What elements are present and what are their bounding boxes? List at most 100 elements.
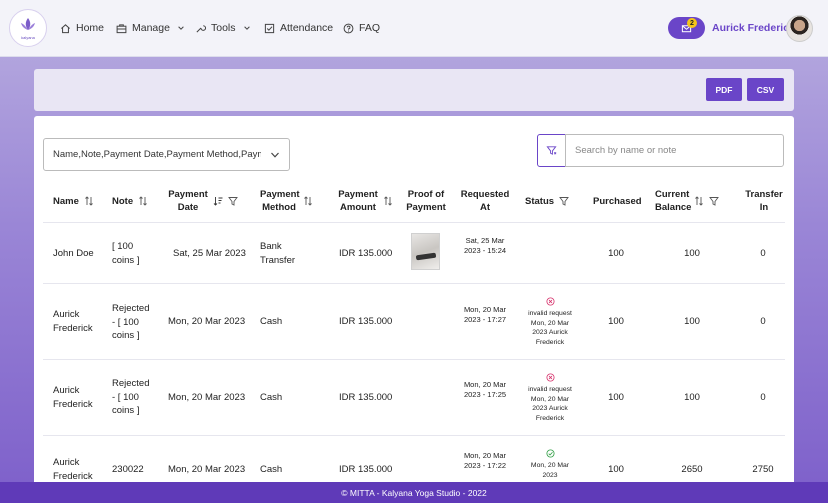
rejected-circle-icon <box>545 297 555 306</box>
status-detail: Mon, 20 Mar 2023 Aurick Frederick <box>530 319 570 346</box>
filter-button[interactable] <box>537 134 566 167</box>
sort-icon <box>139 196 147 206</box>
cell-payment-amount: IDR 135.000 <box>339 316 393 327</box>
column-selector[interactable]: Name,Note,Payment Date,Payment Method,Pa… <box>43 138 290 171</box>
status-detail: Mon, 20 Mar 2023 Aurick Frederick <box>530 395 570 422</box>
cell-requested-at: Sat, 25 Mar 2023 - 15:24 <box>463 236 507 255</box>
cell-note: Rejected - [ 100 coins ] <box>112 303 150 341</box>
status-label: invalid request <box>528 386 572 393</box>
top-navbar: kalyana Home Manage Tools Attendance FAQ… <box>0 0 828 57</box>
export-csv-button[interactable]: CSV <box>747 78 784 101</box>
col-header-purchased-label: Purchased <box>593 195 642 207</box>
user-avatar[interactable] <box>786 15 813 42</box>
cell-payment-date: Sat, 25 Mar 2023 <box>173 248 246 259</box>
cell-name: Aurick Frederick <box>53 457 93 482</box>
col-header-requested-at-label: Requested At <box>460 189 510 213</box>
lotus-logo-icon <box>21 18 35 30</box>
question-circle-icon <box>343 23 354 33</box>
cell-current-balance: 2650 <box>681 464 703 475</box>
studio-logo[interactable]: kalyana <box>9 9 47 47</box>
rejected-circle-icon <box>545 373 555 382</box>
sort-icon <box>384 196 392 206</box>
export-pdf-button[interactable]: PDF <box>706 78 742 101</box>
cell-payment-date: Mon, 20 Mar 2023 <box>168 316 246 327</box>
col-header-current-balance[interactable]: Current Balance <box>655 186 719 216</box>
cell-payment-method: Cash <box>260 392 283 403</box>
cell-name: Aurick Frederick <box>53 309 93 334</box>
briefcase-icon <box>116 23 127 33</box>
cell-note: [ 100 coins ] <box>112 241 140 266</box>
col-header-payment-amount[interactable]: Payment Amount <box>338 186 393 216</box>
filter-icon <box>228 197 238 206</box>
cell-name: Aurick Frederick <box>53 385 93 410</box>
nav-tools-label: Tools <box>211 22 236 34</box>
nav-faq-label: FAQ <box>359 22 381 34</box>
cell-requested-at: Mon, 20 Mar 2023 - 17:27 <box>463 305 507 324</box>
cell-note: 230022 <box>112 464 144 475</box>
col-header-payment-date[interactable]: Payment Date <box>168 186 238 216</box>
cell-current-balance: 100 <box>684 392 700 403</box>
proof-of-payment-thumbnail[interactable] <box>411 233 440 270</box>
status-detail: Mon, 20 Mar 2023 <box>530 462 570 479</box>
cell-purchased: 100 <box>608 464 624 475</box>
sort-descending-icon <box>213 197 223 206</box>
cell-purchased: 100 <box>608 392 624 403</box>
filter-icon <box>709 197 719 206</box>
logo-text: kalyana <box>21 35 35 40</box>
transactions-card: Name,Note,Payment Date,Payment Method,Pa… <box>34 116 794 486</box>
chevron-down-icon <box>243 26 250 30</box>
home-icon <box>61 23 70 33</box>
col-header-note[interactable]: Note <box>112 186 148 216</box>
cell-payment-amount: IDR 135.000 <box>339 464 393 475</box>
nav-home[interactable]: Home <box>60 20 104 36</box>
footer: © MITTA - Kalyana Yoga Studio - 2022 <box>0 482 828 503</box>
nav-manage[interactable]: Manage <box>116 20 185 36</box>
cell-current-balance: 100 <box>684 316 700 327</box>
cell-purchased: 100 <box>608 316 624 327</box>
cell-transfer-in: 2750 <box>752 464 774 475</box>
user-name[interactable]: Aurick Frederick <box>712 22 795 34</box>
col-header-payment-date-label: Payment Date <box>168 189 208 213</box>
chevron-down-icon <box>271 152 279 158</box>
footer-text: © MITTA - Kalyana Yoga Studio - 2022 <box>341 487 487 498</box>
search-input[interactable] <box>565 134 784 167</box>
export-toolbar: PDF CSV <box>34 69 794 111</box>
cell-payment-amount: IDR 135.000 <box>339 248 393 259</box>
nav-attendance[interactable]: Attendance <box>264 20 333 36</box>
col-header-payment-method[interactable]: Payment Method <box>260 186 313 216</box>
col-header-current-balance-label: Current Balance <box>655 189 692 213</box>
row-divider <box>43 359 785 360</box>
row-divider <box>43 435 785 436</box>
filter-icon <box>559 197 569 206</box>
sort-icon <box>304 196 312 206</box>
approved-check-icon <box>545 449 555 458</box>
cell-payment-date: Mon, 20 Mar 2023 <box>168 464 246 475</box>
col-header-proof: Proof of Payment <box>405 186 447 216</box>
cell-name: John Doe <box>53 248 94 259</box>
notifications-button[interactable]: 2 <box>668 17 705 39</box>
row-divider <box>43 283 785 284</box>
cell-payment-method: Cash <box>260 464 283 475</box>
nav-tools[interactable]: Tools <box>195 20 251 36</box>
status-approved: Mon, 20 Mar 2023 <box>515 449 585 480</box>
filter-icon <box>546 146 557 155</box>
cell-purchased: 100 <box>608 248 624 259</box>
nav-attendance-label: Attendance <box>280 22 334 34</box>
cell-payment-date: Mon, 20 Mar 2023 <box>168 392 246 403</box>
col-header-payment-amount-label: Payment Amount <box>338 189 378 213</box>
col-header-name[interactable]: Name <box>53 186 94 216</box>
col-header-name-label: Name <box>53 195 79 207</box>
column-selector-value: Name,Note,Payment Date,Payment Method,Pa… <box>53 149 261 160</box>
chevron-down-icon <box>178 26 184 30</box>
cell-transfer-in: 0 <box>760 248 766 259</box>
cell-requested-at: Mon, 20 Mar 2023 - 17:25 <box>463 380 507 399</box>
status-rejected: invalid request Mon, 20 Mar 2023 Aurick … <box>515 373 585 423</box>
nav-manage-label: Manage <box>132 22 170 34</box>
col-header-purchased: Purchased <box>593 186 642 216</box>
header-divider <box>43 222 785 223</box>
col-header-status[interactable]: Status <box>525 186 569 216</box>
status-rejected: invalid request Mon, 20 Mar 2023 Aurick … <box>515 297 585 347</box>
cell-requested-at: Mon, 20 Mar 2023 - 17:22 <box>463 451 507 470</box>
cell-transfer-in: 0 <box>760 316 766 327</box>
nav-faq[interactable]: FAQ <box>343 20 380 36</box>
